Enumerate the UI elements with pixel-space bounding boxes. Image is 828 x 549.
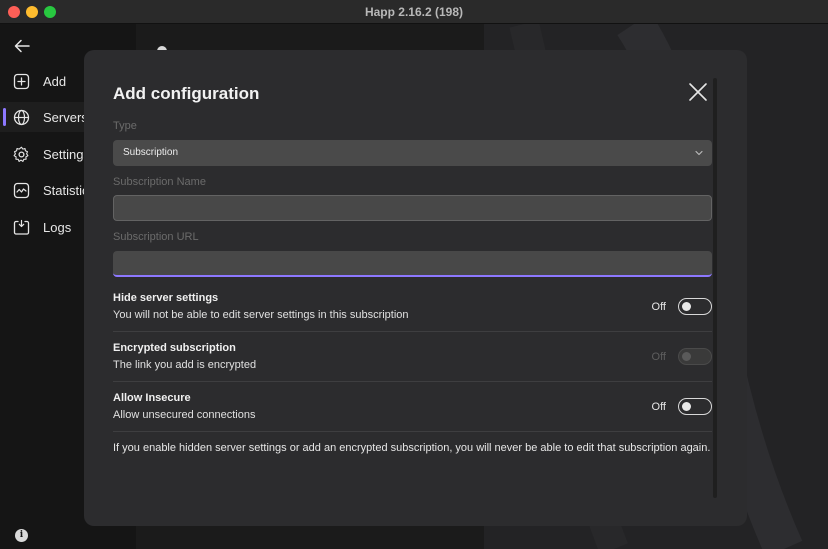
sidebar-item-label: Logs: [43, 219, 72, 235]
type-select[interactable]: Subscription: [113, 140, 712, 166]
dialog-scrollbar[interactable]: [713, 78, 717, 498]
toggle-knob: [682, 401, 691, 411]
subscription-name-label: Subscription Name: [113, 176, 206, 188]
type-label: Type: [113, 120, 137, 132]
allow-insecure-toggle[interactable]: [678, 398, 712, 415]
option-title: Hide server settings: [113, 292, 219, 304]
subscription-url-label: Subscription URL: [113, 231, 199, 243]
sidebar-item-label: Settings: [43, 146, 90, 162]
chart-icon: [13, 182, 30, 198]
info-icon[interactable]: i: [15, 529, 28, 542]
toggle-knob: [682, 301, 691, 311]
option-description: The link you add is encrypted: [113, 359, 257, 371]
warning-note: If you enable hidden server settings or …: [113, 442, 711, 454]
option-description: You will not be able to edit server sett…: [113, 309, 409, 321]
option-state: Off: [651, 401, 666, 413]
option-hide-server-settings: Hide server settings You will not be abl…: [113, 282, 712, 332]
sidebar-item-label: Statistic: [43, 182, 89, 198]
sidebar-item-label: Servers: [43, 109, 88, 125]
sidebar-item-label: Add: [43, 73, 67, 89]
add-configuration-dialog: Add configuration Type Subscription Subs…: [84, 50, 747, 526]
plus-square-icon: [13, 73, 30, 89]
back-arrow-icon[interactable]: [12, 36, 32, 56]
chevron-down-icon: [695, 150, 703, 156]
option-title: Encrypted subscription: [113, 342, 236, 354]
option-allow-insecure: Allow Insecure Allow unsecured connectio…: [113, 382, 712, 432]
option-description: Allow unsecured connections: [113, 409, 256, 421]
title-bar: Happ 2.16.2 (198): [0, 0, 828, 24]
dialog-title: Add configuration: [113, 84, 260, 103]
option-state: Off: [651, 351, 666, 363]
subscription-name-input[interactable]: [113, 195, 712, 221]
toggle-knob: [682, 351, 691, 361]
close-icon[interactable]: [688, 82, 708, 102]
gear-icon: [13, 146, 29, 162]
globe-icon: [13, 109, 30, 125]
logs-icon: [13, 219, 30, 235]
subscription-url-input[interactable]: [113, 251, 712, 277]
encrypted-subscription-toggle[interactable]: [678, 348, 712, 365]
type-select-value: Subscription: [123, 147, 179, 158]
window-title: Happ 2.16.2 (198): [364, 5, 464, 19]
option-title: Allow Insecure: [113, 392, 191, 404]
option-state: Off: [651, 301, 666, 313]
hide-server-settings-toggle[interactable]: [678, 298, 712, 315]
option-encrypted-subscription: Encrypted subscription The link you add …: [113, 332, 712, 382]
